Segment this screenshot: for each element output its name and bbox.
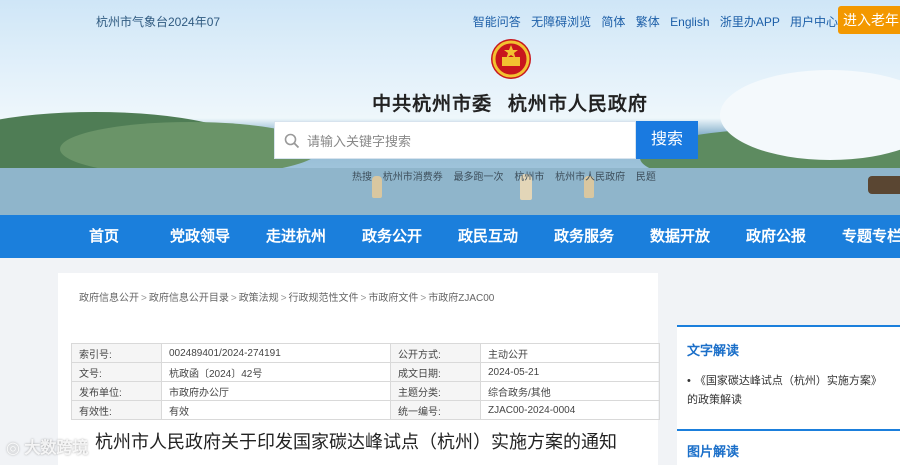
hot-word[interactable]: 杭州市消费券	[383, 172, 443, 183]
search-input[interactable]	[305, 122, 629, 160]
meta-key: 成文日期:	[390, 362, 481, 382]
watermark-logo-icon: ◎	[6, 440, 25, 457]
table-row: 发布单位: 市政府办公厅 主题分类: 综合政务/其他	[71, 381, 660, 401]
nav-about-hangzhou[interactable]: 走进杭州	[266, 215, 326, 258]
weather-text: 杭州市气象台2024年07	[96, 15, 221, 29]
breadcrumb-item[interactable]: 政府信息公开目录	[149, 293, 229, 304]
national-emblem-icon	[491, 39, 531, 79]
site-header: 杭州市气象台2024年07 智能问答 无障碍浏览 简体 繁体 English 浙…	[0, 0, 900, 215]
breadcrumb-separator: >	[420, 293, 427, 304]
meta-key: 索引号:	[71, 343, 162, 363]
search-button[interactable]: 搜索	[636, 121, 698, 159]
search-icon	[284, 133, 300, 149]
top-links: 智能问答 无障碍浏览 简体 繁体 English 浙里办APP 用户中心	[466, 13, 838, 30]
sidebar-divider	[677, 429, 900, 431]
breadcrumb-item[interactable]: 政府信息公开	[79, 293, 139, 304]
document-meta-table: 索引号: 002489401/2024-274191 公开方式: 主动公开 文号…	[71, 343, 660, 420]
top-link-smart-qa[interactable]: 智能问答	[473, 15, 521, 29]
site-title-government: 杭州市人民政府	[507, 93, 648, 115]
top-link-accessibility[interactable]: 无障碍浏览	[531, 15, 591, 29]
nav-services[interactable]: 政务服务	[554, 215, 614, 258]
hot-word[interactable]: 民题	[636, 172, 656, 183]
nav-special-topics[interactable]: 专题专栏	[842, 215, 900, 258]
meta-key: 公开方式:	[390, 343, 481, 363]
nav-gov-bulletin[interactable]: 政府公报	[746, 215, 806, 258]
meta-value: 杭政函〔2024〕42号	[161, 362, 391, 382]
sidebar-heading-text-interpretation[interactable]: 文字解读	[687, 340, 739, 359]
table-row: 文号: 杭政函〔2024〕42号 成文日期: 2024-05-21	[71, 362, 660, 382]
hot-words: 热搜 杭州市消费券 最多跑一次 杭州市 杭州市人民政府 民题	[352, 168, 664, 183]
hot-word[interactable]: 最多跑一次	[454, 172, 504, 183]
top-link-app[interactable]: 浙里办APP	[720, 15, 780, 29]
sidebar-interpretation-label: 《国家碳达峰试点（杭州）实施方案》的政策解读	[687, 375, 882, 406]
top-link-traditional[interactable]: 繁体	[636, 15, 660, 29]
site-title-party: 中共杭州市委	[372, 93, 493, 115]
sidebar-divider	[677, 325, 900, 327]
boat	[868, 176, 900, 194]
breadcrumb-separator: >	[360, 293, 367, 304]
watermark-text: 大数跨境	[24, 440, 89, 457]
meta-value: 有效	[161, 400, 391, 420]
nav-party-leaders[interactable]: 党政领导	[170, 215, 230, 258]
breadcrumb-item[interactable]: 市政府ZJAC00	[428, 293, 494, 304]
main-nav: 首页 党政领导 走进杭州 政务公开 政民互动 政务服务 数据开放 政府公报 专题…	[0, 215, 900, 258]
breadcrumb-separator: >	[141, 293, 147, 304]
meta-value: ZJAC00-2024-0004	[480, 400, 660, 420]
meta-value: 002489401/2024-274191	[161, 343, 391, 363]
meta-value: 2024-05-21	[480, 362, 660, 382]
top-link-english[interactable]: English	[670, 15, 709, 29]
top-link-simplified[interactable]: 简体	[601, 15, 625, 29]
document-title: 杭州市人民政府关于印发国家碳达峰试点（杭州）实施方案的通知	[95, 432, 617, 453]
meta-key: 统一编号:	[390, 400, 481, 420]
breadcrumb-item[interactable]: 政策法规	[239, 293, 279, 304]
site-title: 中共杭州市委 杭州市人民政府	[0, 89, 900, 116]
meta-key: 主题分类:	[390, 381, 481, 401]
breadcrumb-separator: >	[280, 293, 287, 304]
sidebar-interpretation-link[interactable]: • 《国家碳达峰试点（杭州）实施方案》的政策解读	[687, 372, 892, 410]
meta-value: 主动公开	[480, 343, 660, 363]
meta-key: 文号:	[71, 362, 162, 382]
search-box	[274, 121, 636, 160]
meta-value: 综合政务/其他	[480, 381, 660, 401]
hot-word[interactable]: 杭州市人民政府	[555, 172, 625, 183]
breadcrumb: 政府信息公开 > 政府信息公开目录 > 政策法规 > 行政规范性文件 > 市政府文件 > 市政府ZJ…	[79, 289, 494, 304]
hot-word[interactable]: 热搜	[352, 172, 372, 183]
meta-key: 发布单位:	[71, 381, 162, 401]
meta-value: 市政府办公厅	[161, 381, 391, 401]
top-bar: 杭州市气象台2024年07 智能问答 无障碍浏览 简体 繁体 English 浙…	[0, 0, 900, 40]
bullet-icon: •	[687, 375, 691, 387]
meta-key: 有效性:	[71, 400, 162, 420]
table-row: 有效性: 有效 统一编号: ZJAC00-2024-0004	[71, 400, 660, 420]
breadcrumb-item[interactable]: 行政规范性文件	[289, 293, 359, 304]
hot-word[interactable]: 杭州市	[514, 172, 544, 183]
table-row: 索引号: 002489401/2024-274191 公开方式: 主动公开	[71, 343, 660, 363]
elder-mode-button[interactable]: 进入老年	[838, 6, 900, 34]
nav-home[interactable]: 首页	[89, 215, 119, 258]
breadcrumb-item[interactable]: 市政府文件	[368, 293, 418, 304]
breadcrumb-separator: >	[230, 293, 237, 304]
nav-open-data[interactable]: 数据开放	[650, 215, 710, 258]
nav-interaction[interactable]: 政民互动	[458, 215, 518, 258]
watermark: ◎ 大数跨境	[6, 434, 88, 458]
top-link-user-center[interactable]: 用户中心	[790, 15, 838, 29]
sidebar-heading-image-interpretation[interactable]: 图片解读	[687, 441, 739, 460]
nav-gov-affairs-open[interactable]: 政务公开	[362, 215, 422, 258]
